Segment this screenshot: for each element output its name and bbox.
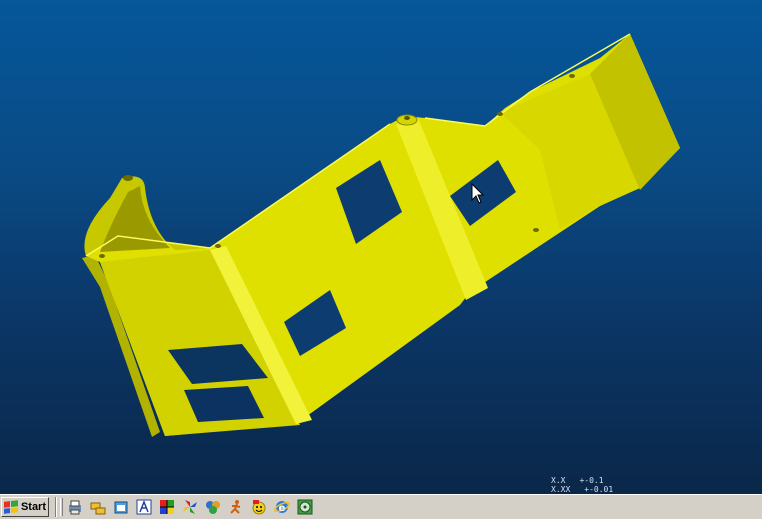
windows-logo-icon xyxy=(4,500,18,514)
runner-figure-icon[interactable] xyxy=(228,499,244,515)
tube-hole-top xyxy=(404,116,410,120)
mount-hole xyxy=(533,228,539,232)
smiley-badge-icon[interactable] xyxy=(251,499,267,515)
cd-player-icon[interactable] xyxy=(297,499,313,515)
tolerance-table: X.X +-0.1 X.XX +-0.01 xyxy=(551,476,631,494)
taskbar-separator xyxy=(55,497,57,517)
mount-hole xyxy=(123,175,133,181)
mount-hole xyxy=(99,254,105,258)
internet-explorer-icon[interactable]: e xyxy=(274,499,290,515)
color-grid-icon[interactable] xyxy=(159,499,175,515)
mount-hole xyxy=(569,74,575,78)
tolerance-format: X.XX xyxy=(551,485,571,494)
tolerance-format: X.X xyxy=(551,476,566,485)
font-a-icon[interactable] xyxy=(136,499,152,515)
printer-app-icon[interactable] xyxy=(67,499,83,515)
taskbar: Start e xyxy=(0,494,762,519)
3d-viewport[interactable]: X.X +-0.1 X.XX +-0.01 xyxy=(0,0,762,494)
puzzle-pieces-icon[interactable] xyxy=(205,499,221,515)
start-button[interactable]: Start xyxy=(1,497,49,517)
mount-hole xyxy=(215,244,221,248)
pinwheel-icon[interactable] xyxy=(182,499,198,515)
sheet-metal-part-model[interactable] xyxy=(0,0,762,494)
tolerance-row: X.XX +-0.01 xyxy=(551,485,631,494)
folder-tree-icon[interactable] xyxy=(90,499,106,515)
box-window-icon[interactable] xyxy=(113,499,129,515)
tolerance-value: +-0.1 xyxy=(579,476,604,485)
tolerance-row: X.X +-0.1 xyxy=(551,476,631,485)
quick-launch-grip[interactable] xyxy=(60,498,63,516)
svg-text:e: e xyxy=(279,503,286,514)
start-label: Start xyxy=(20,501,46,513)
mouse-pointer-icon xyxy=(471,183,485,204)
mount-hole xyxy=(497,112,503,116)
tolerance-value: +-0.01 xyxy=(584,485,614,494)
